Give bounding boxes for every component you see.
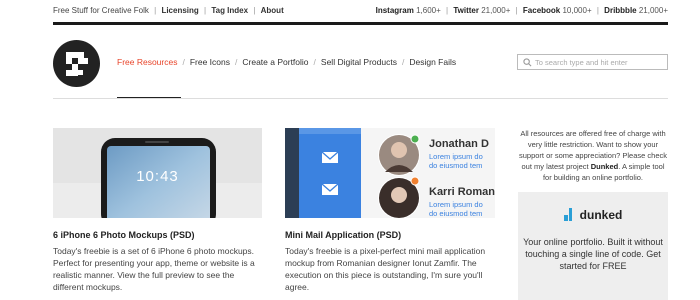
tag-index-link[interactable]: Tag Index xyxy=(211,6,248,15)
sidebar-intro: All resources are offered free of charge… xyxy=(518,128,668,183)
dunked-logo-icon xyxy=(563,208,572,221)
nav-free-resources[interactable]: Free Resources xyxy=(117,57,177,67)
licensing-link[interactable]: Licensing xyxy=(161,6,198,15)
search-box[interactable] xyxy=(517,54,668,70)
site-logo[interactable] xyxy=(53,40,100,87)
nav-design-fails[interactable]: Design Fails xyxy=(409,57,456,67)
contact-preview: Lorem ipsum do xyxy=(429,200,483,209)
contact-name: Jonathan D xyxy=(429,138,489,150)
social-counts: Instagram 1,600+ | Twitter 21,000+ | Fac… xyxy=(376,6,668,15)
search-input[interactable] xyxy=(535,57,663,68)
main-nav: Free Resources / Free Icons / Create a Portf… xyxy=(117,57,456,67)
post-excerpt: Today's freebie is a pixel-perfect mini … xyxy=(285,246,486,292)
top-bar: Free Stuff for Creative Folk | Licensing… xyxy=(0,0,700,22)
twitter-link[interactable]: Twitter 21,000+ xyxy=(453,6,510,15)
separator: | xyxy=(446,6,449,15)
facebook-link[interactable]: Facebook 10,000+ xyxy=(523,6,592,15)
separator: | xyxy=(253,6,256,15)
separator: / xyxy=(313,57,316,67)
dunked-ad[interactable]: dunked Your online portfolio. Built it w… xyxy=(518,192,668,300)
separator: | xyxy=(596,6,599,15)
contact-preview: do eiusmod tem xyxy=(429,161,483,170)
instagram-link[interactable]: Instagram 1,600+ xyxy=(376,6,441,15)
top-bar-left: Free Stuff for Creative Folk | Licensing… xyxy=(53,6,284,15)
tagline: Free Stuff for Creative Folk xyxy=(53,6,149,15)
thumb-clock: 10:43 xyxy=(136,168,179,185)
nav-sell-digital-products[interactable]: Sell Digital Products xyxy=(321,57,397,67)
separator: / xyxy=(182,57,185,67)
post-thumbnail-mail[interactable]: Jonathan D Lorem ipsum do do eiusmod tem… xyxy=(285,128,495,218)
ad-brand-name: dunked xyxy=(579,208,623,222)
separator: / xyxy=(235,57,238,67)
post-title[interactable]: 6 iPhone 6 Photo Mockups (PSD) xyxy=(53,230,195,240)
contact-preview: do eiusmod tem xyxy=(429,209,483,218)
post-excerpt: Today's freebie is a set of 6 iPhone 6 p… xyxy=(53,246,255,292)
contact-name: Karri Roman xyxy=(429,186,495,198)
dribbble-link[interactable]: Dribbble 21,000+ xyxy=(604,6,668,15)
separator: / xyxy=(401,57,405,67)
ad-brand: dunked xyxy=(518,208,668,222)
nav-free-icons[interactable]: Free Icons xyxy=(190,57,230,67)
nav-create-portfolio[interactable]: Create a Portfolio xyxy=(242,57,308,67)
separator: | xyxy=(154,6,157,15)
separator: | xyxy=(204,6,207,15)
search-icon xyxy=(523,58,532,67)
ad-tagline: Your online portfolio. Built it without … xyxy=(523,237,663,271)
top-divider xyxy=(53,22,668,25)
about-link[interactable]: About xyxy=(261,6,284,15)
separator: | xyxy=(515,6,518,15)
dunked-link[interactable]: Dunked xyxy=(591,162,619,171)
post-title[interactable]: Mini Mail Application (PSD) xyxy=(285,230,401,240)
contact-preview: Lorem ipsum do xyxy=(429,152,483,161)
post-thumbnail-iphone[interactable]: 10:43 xyxy=(53,128,262,218)
header-divider xyxy=(53,98,668,99)
logo-icon xyxy=(66,52,88,76)
